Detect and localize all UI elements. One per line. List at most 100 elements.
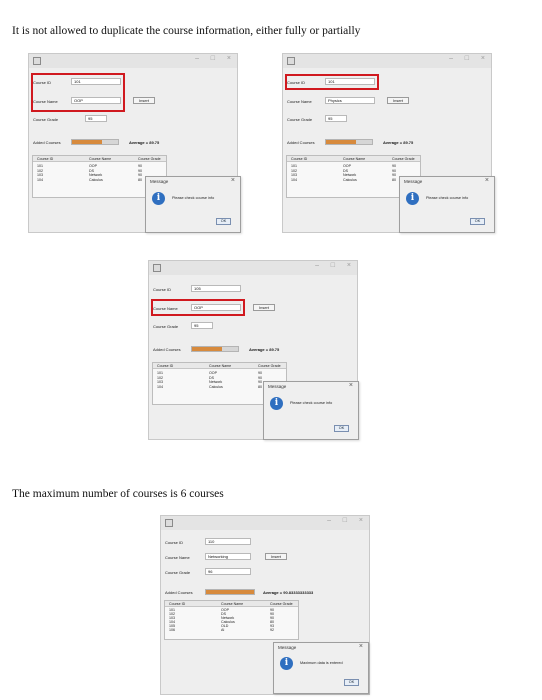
table-cell: 92 — [270, 628, 274, 632]
col-course-grade: Course Grade — [138, 157, 161, 161]
course-name-label: Course Name — [165, 555, 190, 560]
table-cell: 90 — [258, 371, 262, 375]
course-grade-label: Course Grade — [33, 117, 59, 122]
col-course-name: Course Name — [343, 157, 366, 161]
message-dialog: Message × i Please check course info OK — [399, 176, 495, 233]
table-cell: Network — [209, 380, 223, 384]
table-cell: OOP — [89, 164, 97, 168]
dialog-close-icon[interactable]: × — [231, 177, 235, 184]
titlebar[interactable]: – □ × — [283, 54, 491, 68]
dialog-close-icon[interactable]: × — [485, 177, 489, 184]
course-name-field[interactable]: Networking — [205, 553, 251, 560]
table-cell: DS — [209, 375, 214, 380]
course-name-field[interactable]: Physics — [325, 97, 375, 104]
insert-button[interactable]: Insert — [265, 553, 287, 560]
col-course-id: Course ID — [291, 157, 308, 161]
added-courses-label: Added Courses — [33, 140, 61, 145]
table-cell: 102 — [157, 375, 163, 380]
ok-button[interactable]: OK — [334, 425, 349, 432]
table-cell: Calculus — [209, 384, 223, 389]
table-cell: 101 — [157, 371, 163, 375]
table-cell: 103 — [291, 173, 297, 177]
close-icon[interactable]: × — [481, 55, 485, 62]
maximize-icon[interactable]: □ — [211, 55, 215, 62]
message-dialog: Message × i Please check course info OK — [263, 381, 359, 440]
ok-button[interactable]: OK — [216, 218, 231, 225]
table-cell: 90 — [392, 168, 396, 173]
table-cell: 103 — [37, 173, 43, 177]
table-cell: 80 — [138, 177, 142, 182]
average-display: Average = 89.75 — [129, 140, 160, 145]
app-icon — [165, 519, 173, 527]
caption-duplicate-rule: It is not allowed to duplicate the cours… — [12, 25, 361, 37]
average-display: Average = 89.75 — [383, 140, 414, 145]
table-cell: Calculus — [89, 177, 103, 182]
course-grade-field[interactable]: 95 — [325, 115, 347, 122]
info-icon: i — [406, 192, 419, 205]
info-icon: i — [152, 192, 165, 205]
maximize-icon[interactable]: □ — [343, 517, 347, 524]
maximize-icon[interactable]: □ — [465, 55, 469, 62]
table-cell: 80 — [392, 177, 396, 182]
col-course-name: Course Name — [89, 157, 112, 161]
table-cell: 90 — [392, 173, 396, 177]
course-grade-label: Course Grade — [153, 324, 179, 329]
table-cell: 90 — [258, 375, 262, 380]
dialog-title: Message — [150, 179, 169, 184]
table-cell: OOP — [209, 371, 217, 375]
course-id-label: Course ID — [153, 287, 172, 292]
close-icon[interactable]: × — [359, 517, 363, 524]
insert-button[interactable]: Insert — [387, 97, 409, 104]
message-dialog: Message × i Maximum data is entered OK — [273, 642, 369, 694]
minimize-icon[interactable]: – — [315, 262, 319, 269]
course-grade-field[interactable]: 96 — [205, 568, 251, 575]
titlebar[interactable]: – □ × — [149, 261, 357, 275]
minimize-icon[interactable]: – — [195, 55, 199, 62]
col-course-id: Course ID — [169, 602, 186, 606]
col-course-id: Course ID — [37, 157, 54, 161]
added-courses-progress — [71, 139, 119, 145]
table-cell: 90 — [138, 168, 142, 173]
minimize-icon[interactable]: – — [327, 517, 331, 524]
close-icon[interactable]: × — [227, 55, 231, 62]
minimize-icon[interactable]: – — [449, 55, 453, 62]
course-id-field[interactable]: 110 — [205, 538, 251, 545]
dialog-message: Please check course info — [290, 401, 333, 405]
course-window-3: – □ × Course ID 105 Course Name OOP Inse… — [148, 260, 359, 440]
table-cell: 103 — [157, 380, 163, 384]
insert-button[interactable]: Insert — [253, 304, 275, 311]
table-cell: 106 — [169, 628, 175, 632]
ok-button[interactable]: OK — [344, 679, 359, 686]
table-cell: 101 — [37, 164, 43, 168]
added-courses-label: Added Courses — [153, 347, 181, 352]
maximize-icon[interactable]: □ — [331, 262, 335, 269]
table-cell: 104 — [291, 177, 297, 182]
course-grade-field[interactable]: 95 — [85, 115, 107, 122]
course-grade-label: Course Grade — [165, 570, 191, 575]
course-id-field[interactable]: 105 — [191, 285, 241, 292]
table-cell: 102 — [37, 168, 43, 173]
dialog-close-icon[interactable]: × — [359, 643, 363, 650]
titlebar[interactable]: – □ × — [161, 516, 369, 530]
table-cell: 104 — [157, 384, 163, 389]
course-grade-label: Course Grade — [287, 117, 313, 122]
dialog-message: Maximum data is entered — [300, 661, 343, 665]
added-courses-label: Added Courses — [287, 140, 315, 145]
added-courses-progress — [205, 589, 255, 595]
duplicate-highlight — [31, 73, 125, 112]
dialog-close-icon[interactable]: × — [349, 382, 353, 389]
titlebar[interactable]: – □ × — [29, 54, 237, 68]
table-cell: 80 — [258, 384, 262, 389]
insert-button[interactable]: Insert — [133, 97, 155, 104]
ok-button[interactable]: OK — [470, 218, 485, 225]
app-icon — [33, 57, 41, 65]
table-cell: 101 — [291, 164, 297, 168]
table-cell: 90 — [258, 380, 262, 384]
course-grade-field[interactable]: 95 — [191, 322, 213, 329]
dialog-title: Message — [404, 179, 423, 184]
table-cell: Calculus — [343, 177, 357, 182]
table-cell: 104 — [37, 177, 43, 182]
col-course-grade: Course Grade — [270, 602, 293, 606]
dialog-message: Please check course info — [426, 196, 469, 200]
close-icon[interactable]: × — [347, 262, 351, 269]
